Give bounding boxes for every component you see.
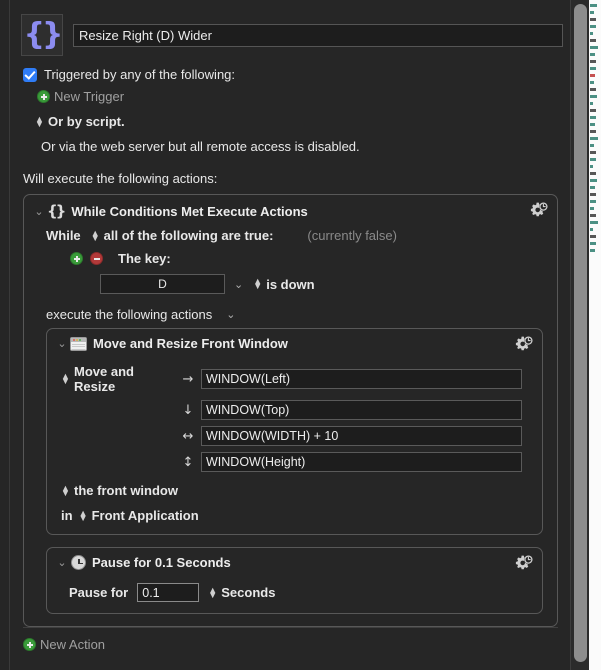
arrow-horizontal-icon: ↔: [182, 428, 194, 444]
pause-duration-input[interactable]: 0.1: [137, 583, 200, 602]
condition-row: The key:: [70, 251, 557, 266]
key-condition-row: D ⌄ ▲ ▼ is down: [100, 274, 557, 294]
web-server-row: Or via the web server but all remote acc…: [41, 138, 570, 156]
macro-editor-pane: {} Resize Right (D) Wider Triggered by a…: [0, 0, 601, 670]
actions-divider: [23, 627, 558, 628]
pause-duration-row: Pause for 0.1 ▲ ▼ Seconds: [69, 583, 542, 602]
condition-label: The key:: [118, 251, 171, 266]
new-trigger-row[interactable]: New Trigger: [37, 89, 570, 104]
add-action-plus-icon[interactable]: [23, 638, 36, 651]
or-by-script-label: Or by script.: [48, 114, 125, 129]
condition-mode-label: all of the following are true:: [103, 228, 274, 243]
remove-condition-minus-icon[interactable]: [90, 252, 103, 265]
curly-braces-icon[interactable]: {}: [21, 14, 63, 56]
macro-name-input[interactable]: Resize Right (D) Wider: [73, 23, 563, 47]
move-resize-mode-stepper-icon[interactable]: ▲ ▼: [61, 372, 70, 386]
window-width-input[interactable]: WINDOW(WIDTH) + 10: [201, 426, 522, 446]
clock-icon: [71, 555, 86, 570]
execute-chevron-down-icon[interactable]: ⌄: [226, 308, 235, 321]
condition-status-label: (currently false): [307, 228, 397, 243]
will-execute-row: Will execute the following actions:: [23, 170, 570, 188]
while-action-gear-icon[interactable]: [529, 201, 549, 221]
pause-units-stepper-icon[interactable]: ▲ ▼: [208, 585, 217, 599]
window-top-input[interactable]: WINDOW(Top): [201, 400, 522, 420]
move-resize-field-row: ↓ WINDOW(Top): [47, 400, 542, 420]
move-resize-mode-label: Move and Resize: [74, 364, 134, 394]
move-resize-disclosure-chevron-icon[interactable]: ⌄: [55, 337, 69, 350]
editor-content: {} Resize Right (D) Wider Triggered by a…: [11, 0, 570, 670]
pause-header: ⌄ Pause for 0.1 Seconds: [47, 548, 542, 575]
move-resize-mode[interactable]: ▲ ▼ Move and Resize: [47, 364, 175, 394]
while-conditions-action[interactable]: ⌄ {} While Conditions Met Execute Action…: [23, 194, 558, 627]
new-action-row[interactable]: New Action: [23, 637, 570, 652]
in-label: in: [61, 508, 73, 523]
add-trigger-plus-icon[interactable]: [37, 90, 50, 103]
move-resize-title: Move and Resize Front Window: [93, 336, 288, 351]
key-state-label: is down: [266, 276, 315, 292]
arrow-down-icon: ↓: [182, 402, 194, 418]
while-action-header: ⌄ {} While Conditions Met Execute Action…: [24, 195, 557, 225]
window-height-input[interactable]: WINDOW(Height): [201, 452, 522, 472]
macro-header: {} Resize Right (D) Wider: [11, 0, 570, 56]
pause-for-label: Pause for: [69, 585, 129, 600]
pause-action[interactable]: ⌄ Pause for 0.1 Seconds Pause for 0.1 ▲ …: [46, 547, 543, 614]
target-application-row[interactable]: in ▲ ▼ Front Application: [61, 508, 542, 523]
new-action-label: New Action: [40, 637, 106, 652]
background-window-sliver: [589, 0, 601, 670]
move-resize-fields: ▲ ▼ Move and Resize → WINDOW(Left) ↓ WIND…: [47, 356, 542, 472]
target-window-label: the front window: [74, 483, 178, 498]
key-chevron-down-icon[interactable]: ⌄: [234, 278, 243, 291]
pause-action-gear-icon[interactable]: [514, 554, 534, 574]
arrow-right-icon: →: [182, 371, 194, 387]
new-trigger-label: New Trigger: [54, 89, 125, 104]
move-resize-header: ⌄ Move and Resize Front Window: [47, 329, 542, 356]
key-select[interactable]: D: [100, 274, 225, 294]
pause-disclosure-chevron-icon[interactable]: ⌄: [55, 556, 69, 569]
condition-mode-stepper-icon[interactable]: ▲ ▼: [91, 228, 100, 242]
vertical-scrollbar-thumb[interactable]: [574, 4, 587, 662]
window-icon: [70, 336, 87, 351]
application-stepper-icon[interactable]: ▲ ▼: [79, 508, 88, 522]
left-gutter: [0, 0, 10, 670]
add-condition-plus-icon[interactable]: [70, 252, 83, 265]
pause-action-title: Pause for 0.1 Seconds: [92, 555, 231, 570]
triggered-by-checkbox[interactable]: [23, 67, 37, 82]
while-label: While: [46, 228, 81, 243]
move-resize-field-row: ↕ WINDOW(Height): [47, 452, 542, 472]
move-resize-field-row: ▲ ▼ Move and Resize → WINDOW(Left): [47, 364, 542, 394]
application-label: Front Application: [91, 508, 199, 523]
window-left-input[interactable]: WINDOW(Left): [201, 369, 522, 389]
while-disclosure-chevron-icon[interactable]: ⌄: [32, 205, 46, 218]
key-state-stepper-icon[interactable]: ▲ ▼: [253, 277, 262, 291]
curly-braces-icon: {}: [47, 202, 66, 220]
target-window-row[interactable]: ▲ ▼ the front window: [61, 483, 542, 498]
move-resize-gear-icon[interactable]: [514, 335, 534, 355]
script-stepper-icon[interactable]: ▲ ▼: [35, 114, 44, 128]
execute-actions-row[interactable]: execute the following actions ⌄: [46, 307, 557, 322]
web-server-label: Or via the web server but all remote acc…: [41, 139, 360, 154]
execute-actions-label: execute the following actions: [46, 307, 213, 322]
will-execute-label: Will execute the following actions:: [23, 171, 218, 186]
while-condition-mode-row[interactable]: While ▲ ▼ all of the following are true: …: [46, 228, 557, 243]
move-resize-field-row: ↔ WINDOW(WIDTH) + 10: [47, 426, 542, 446]
target-window-stepper-icon[interactable]: ▲ ▼: [61, 483, 70, 497]
triggered-by-row[interactable]: Triggered by any of the following:: [23, 67, 570, 82]
or-by-script-row[interactable]: ▲ ▼ Or by script.: [35, 114, 570, 129]
move-resize-action[interactable]: ⌄ Move and Resize Front Window ▲ ▼ Move …: [46, 328, 543, 535]
triggered-by-label: Triggered by any of the following:: [44, 67, 236, 82]
arrow-vertical-icon: ↕: [182, 454, 194, 470]
while-action-title: While Conditions Met Execute Actions: [71, 203, 308, 219]
pause-units-label: Seconds: [221, 585, 276, 600]
